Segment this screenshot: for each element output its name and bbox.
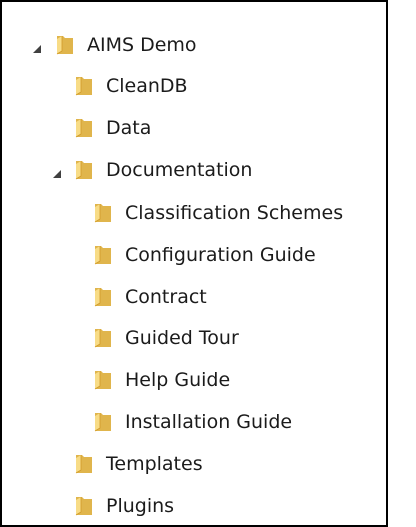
- tree-item-help-guide[interactable]: Help Guide: [91, 360, 230, 400]
- folder-icon: [53, 33, 77, 57]
- tree-item-label: Plugins: [106, 495, 175, 517]
- tree-item-label: CleanDB: [106, 75, 188, 97]
- tree-item-label: Documentation: [106, 159, 253, 181]
- tree-item-label: Classification Schemes: [125, 202, 344, 224]
- tree-item-label: Templates: [106, 453, 203, 475]
- tree-item-classification-schemes[interactable]: Classification Schemes: [91, 193, 343, 233]
- tree-item-templates[interactable]: Templates: [72, 444, 203, 484]
- folder-tree-panel: AIMS Demo CleanDB Data Documentation Cla…: [0, 0, 388, 527]
- folder-icon: [91, 326, 115, 350]
- folder-icon: [91, 368, 115, 392]
- folder-icon: [72, 158, 96, 182]
- tree-item-installation-guide[interactable]: Installation Guide: [91, 402, 292, 442]
- tree-item-guided-tour[interactable]: Guided Tour: [91, 318, 239, 358]
- tree-item-data[interactable]: Data: [72, 108, 151, 148]
- tree-item-plugins[interactable]: Plugins: [72, 486, 174, 526]
- tree-item-documentation[interactable]: Documentation: [72, 150, 252, 190]
- folder-icon: [72, 116, 96, 140]
- folder-icon: [91, 201, 115, 225]
- expand-collapse-arrow-icon[interactable]: [32, 39, 42, 53]
- tree-item-aims-demo[interactable]: AIMS Demo: [53, 25, 197, 65]
- tree-item-contract[interactable]: Contract: [91, 277, 207, 317]
- tree-item-label: Contract: [125, 286, 207, 308]
- tree-item-label: Guided Tour: [125, 327, 239, 349]
- expand-collapse-arrow-icon[interactable]: [52, 164, 62, 178]
- folder-icon: [91, 243, 115, 267]
- tree-item-label: Configuration Guide: [125, 244, 316, 266]
- tree-item-label: AIMS Demo: [87, 34, 197, 56]
- tree-item-configuration-guide[interactable]: Configuration Guide: [91, 235, 316, 275]
- folder-icon: [91, 285, 115, 309]
- tree-item-cleandb[interactable]: CleanDB: [72, 66, 188, 106]
- tree-item-label: Data: [106, 117, 152, 139]
- folder-icon: [72, 74, 96, 98]
- folder-icon: [72, 494, 96, 518]
- tree-item-label: Installation Guide: [125, 411, 293, 433]
- folder-icon: [91, 410, 115, 434]
- tree-item-label: Help Guide: [125, 369, 231, 391]
- folder-icon: [72, 452, 96, 476]
